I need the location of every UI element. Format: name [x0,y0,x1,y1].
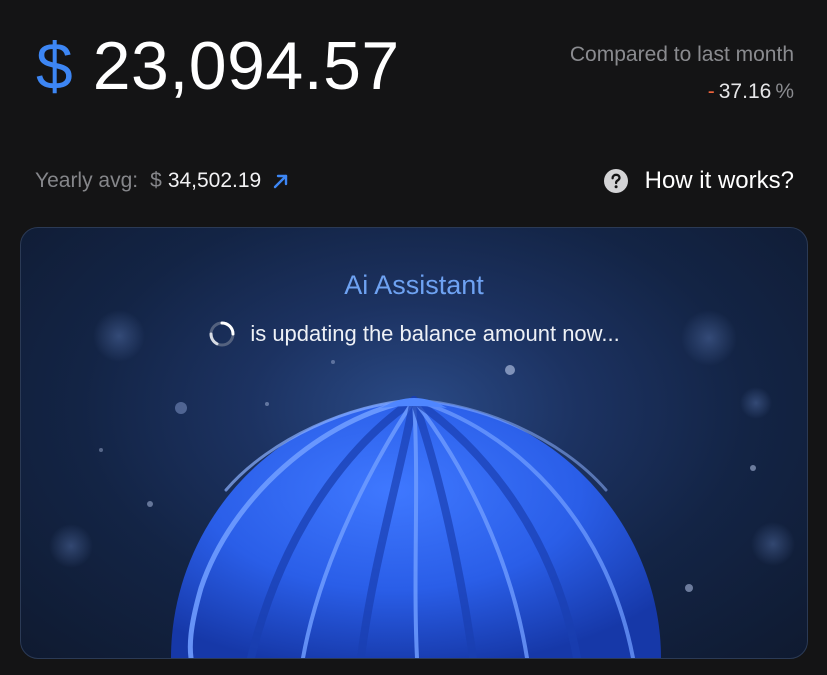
assistant-status-text: is updating the balance amount now... [250,321,620,346]
comparison-label: Compared to last month [569,43,794,66]
how-it-works-label: How it works? [644,167,794,194]
balance-amount: 23,094.57 [92,28,400,104]
yearly-avg-label: Yearly avg: [35,169,139,192]
question-circle-icon [603,169,628,193]
how-it-works-link[interactable]: How it works? [603,168,794,194]
comparison-sign: - [707,80,715,104]
comparison-change: -37.16% [570,79,794,104]
assistant-title: Ai Assistant [344,270,484,300]
monthly-comparison: Compared to last month -37.16% [570,42,794,104]
assistant-status: is updating the balance amount now... [21,320,807,348]
loading-spinner-icon [209,321,235,347]
yearly-currency-symbol: $ [150,169,162,192]
comparison-unit: % [775,80,794,104]
balance-currency-symbol: $ [36,29,73,103]
comparison-value: 37.16 [718,80,772,104]
arrow-up-right-icon [274,174,288,188]
balance-screen: $ 23,094.57 Compared to last month -37.1… [0,0,827,675]
yearly-average: Yearly avg: $ 34,502.19 [35,170,291,191]
yearly-avg-value: 34,502.19 [167,169,262,192]
ai-assistant-card: Ai Assistant is updating the balance amo… [20,227,808,659]
balance-display: $ 23,094.57 [36,32,400,100]
